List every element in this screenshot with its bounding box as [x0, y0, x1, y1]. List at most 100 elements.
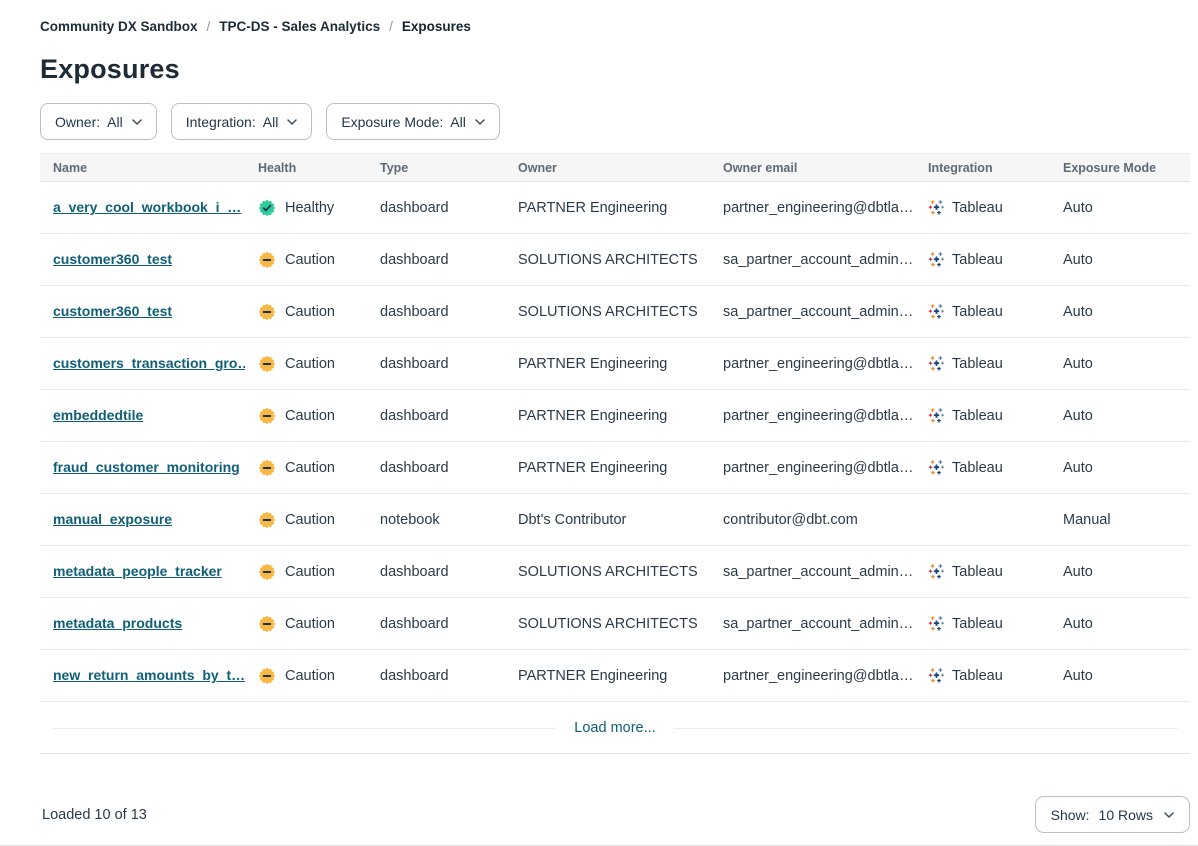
exposure-name-link[interactable]: metadata_products [53, 615, 182, 631]
exposure-name-link[interactable]: customers_transaction_gro… [53, 355, 245, 371]
health-label: Caution [285, 668, 335, 684]
type-cell: dashboard [367, 252, 505, 268]
filter-bar: Owner: All Integration: All Exposure Mod… [40, 103, 1190, 140]
integration-label: Tableau [952, 200, 1003, 216]
health-label: Caution [285, 512, 335, 528]
table-row: new_return_amounts_by_t… Caution dashboa… [40, 650, 1190, 702]
table-row: customer360_test Caution dashboard SOLUT… [40, 234, 1190, 286]
breadcrumb-item-current: Exposures [402, 19, 471, 34]
integration-label: Tableau [952, 304, 1003, 320]
type-cell: dashboard [367, 304, 505, 320]
exposure-name-link[interactable]: a_very_cool_workbook_i_… [53, 199, 241, 215]
exposure-mode-filter-dropdown[interactable]: Exposure Mode: All [326, 103, 500, 140]
type-cell: notebook [367, 512, 505, 528]
exposure-mode-cell: Auto [1050, 304, 1190, 320]
show-rows-label: Show: [1051, 807, 1090, 823]
table-row: customers_transaction_gro… Caution dashb… [40, 338, 1190, 390]
filter-label: Integration: [186, 114, 256, 130]
health-label: Healthy [285, 200, 334, 216]
health-status-icon [258, 511, 276, 529]
exposure-name-link[interactable]: new_return_amounts_by_t… [53, 667, 245, 683]
owner-email-cell: partner_engineering@dbtla… [710, 460, 915, 476]
integration-label: Tableau [952, 564, 1003, 580]
column-header-exposure-mode: Exposure Mode [1050, 161, 1190, 175]
exposure-name-link[interactable]: fraud_customer_monitoring [53, 459, 240, 475]
owner-email-cell: partner_engineering@dbtla… [710, 200, 915, 216]
exposure-mode-cell: Auto [1050, 668, 1190, 684]
loaded-count-text: Loaded 10 of 13 [40, 807, 147, 823]
exposure-mode-cell: Auto [1050, 460, 1190, 476]
exposure-mode-cell: Auto [1050, 564, 1190, 580]
owner-email-cell: partner_engineering@dbtla… [710, 356, 915, 372]
health-label: Caution [285, 564, 335, 580]
exposure-name-link[interactable]: manual_exposure [53, 511, 172, 527]
health-label: Caution [285, 252, 335, 268]
breadcrumb-item-environment[interactable]: TPC-DS - Sales Analytics [219, 19, 380, 34]
health-label: Caution [285, 356, 335, 372]
health-status-icon [258, 407, 276, 425]
type-cell: dashboard [367, 460, 505, 476]
integration-label: Tableau [952, 408, 1003, 424]
show-rows-dropdown[interactable]: Show: 10 Rows [1035, 796, 1190, 833]
column-header-health: Health [245, 161, 367, 175]
table-header-row: Name Health Type Owner Owner email Integ… [40, 153, 1190, 182]
breadcrumb-separator: / [389, 19, 393, 34]
type-cell: dashboard [367, 564, 505, 580]
load-more-link[interactable]: Load more... [556, 720, 673, 736]
health-status-icon [258, 303, 276, 321]
exposure-name-link[interactable]: customer360_test [53, 303, 172, 319]
exposure-name-link[interactable]: embeddedtile [53, 407, 143, 423]
tableau-icon [928, 303, 945, 320]
column-header-type: Type [367, 161, 505, 175]
chevron-down-icon [475, 119, 485, 125]
integration-label: Tableau [952, 668, 1003, 684]
breadcrumb-item-project[interactable]: Community DX Sandbox [40, 19, 198, 34]
type-cell: dashboard [367, 356, 505, 372]
integration-label: Tableau [952, 616, 1003, 632]
column-header-owner: Owner [505, 161, 710, 175]
health-label: Caution [285, 616, 335, 632]
tableau-icon [928, 251, 945, 268]
integration-filter-dropdown[interactable]: Integration: All [171, 103, 313, 140]
health-status-icon [258, 563, 276, 581]
table-row: fraud_customer_monitoring Caution dashbo… [40, 442, 1190, 494]
chevron-down-icon [1164, 812, 1174, 818]
tableau-icon [928, 667, 945, 684]
owner-email-cell: contributor@dbt.com [710, 512, 915, 528]
load-more-row: Load more... [40, 702, 1190, 754]
chevron-down-icon [132, 119, 142, 125]
health-status-icon [258, 459, 276, 477]
owner-filter-dropdown[interactable]: Owner: All [40, 103, 157, 140]
show-rows-value: 10 Rows [1099, 807, 1153, 823]
exposure-name-link[interactable]: metadata_people_tracker [53, 563, 222, 579]
filter-value: All [450, 114, 466, 130]
owner-email-cell: sa_partner_account_admin… [710, 252, 915, 268]
health-status-icon [258, 615, 276, 633]
exposures-page: Community DX Sandbox / TPC-DS - Sales An… [0, 0, 1198, 846]
exposure-name-link[interactable]: customer360_test [53, 251, 172, 267]
integration-label: Tableau [952, 252, 1003, 268]
filter-value: All [263, 114, 279, 130]
owner-cell: SOLUTIONS ARCHITECTS [505, 304, 710, 320]
table-row: customer360_test Caution dashboard SOLUT… [40, 286, 1190, 338]
integration-label: Tableau [952, 356, 1003, 372]
exposure-mode-cell: Auto [1050, 408, 1190, 424]
health-status-icon [258, 199, 276, 217]
breadcrumb: Community DX Sandbox / TPC-DS - Sales An… [40, 19, 1190, 34]
health-status-icon [258, 667, 276, 685]
owner-cell: PARTNER Engineering [505, 408, 710, 424]
table-row: a_very_cool_workbook_i_… Healthy dashboa… [40, 182, 1190, 234]
exposures-table: Name Health Type Owner Owner email Integ… [40, 153, 1190, 754]
column-header-integration: Integration [915, 161, 1050, 175]
type-cell: dashboard [367, 408, 505, 424]
table-body: a_very_cool_workbook_i_… Healthy dashboa… [40, 182, 1190, 702]
filter-label: Exposure Mode: [341, 114, 443, 130]
owner-email-cell: partner_engineering@dbtla… [710, 668, 915, 684]
health-label: Caution [285, 460, 335, 476]
health-status-icon [258, 251, 276, 269]
owner-cell: PARTNER Engineering [505, 200, 710, 216]
owner-cell: PARTNER Engineering [505, 356, 710, 372]
health-label: Caution [285, 304, 335, 320]
owner-email-cell: sa_partner_account_admin… [710, 616, 915, 632]
owner-email-cell: partner_engineering@dbtla… [710, 408, 915, 424]
